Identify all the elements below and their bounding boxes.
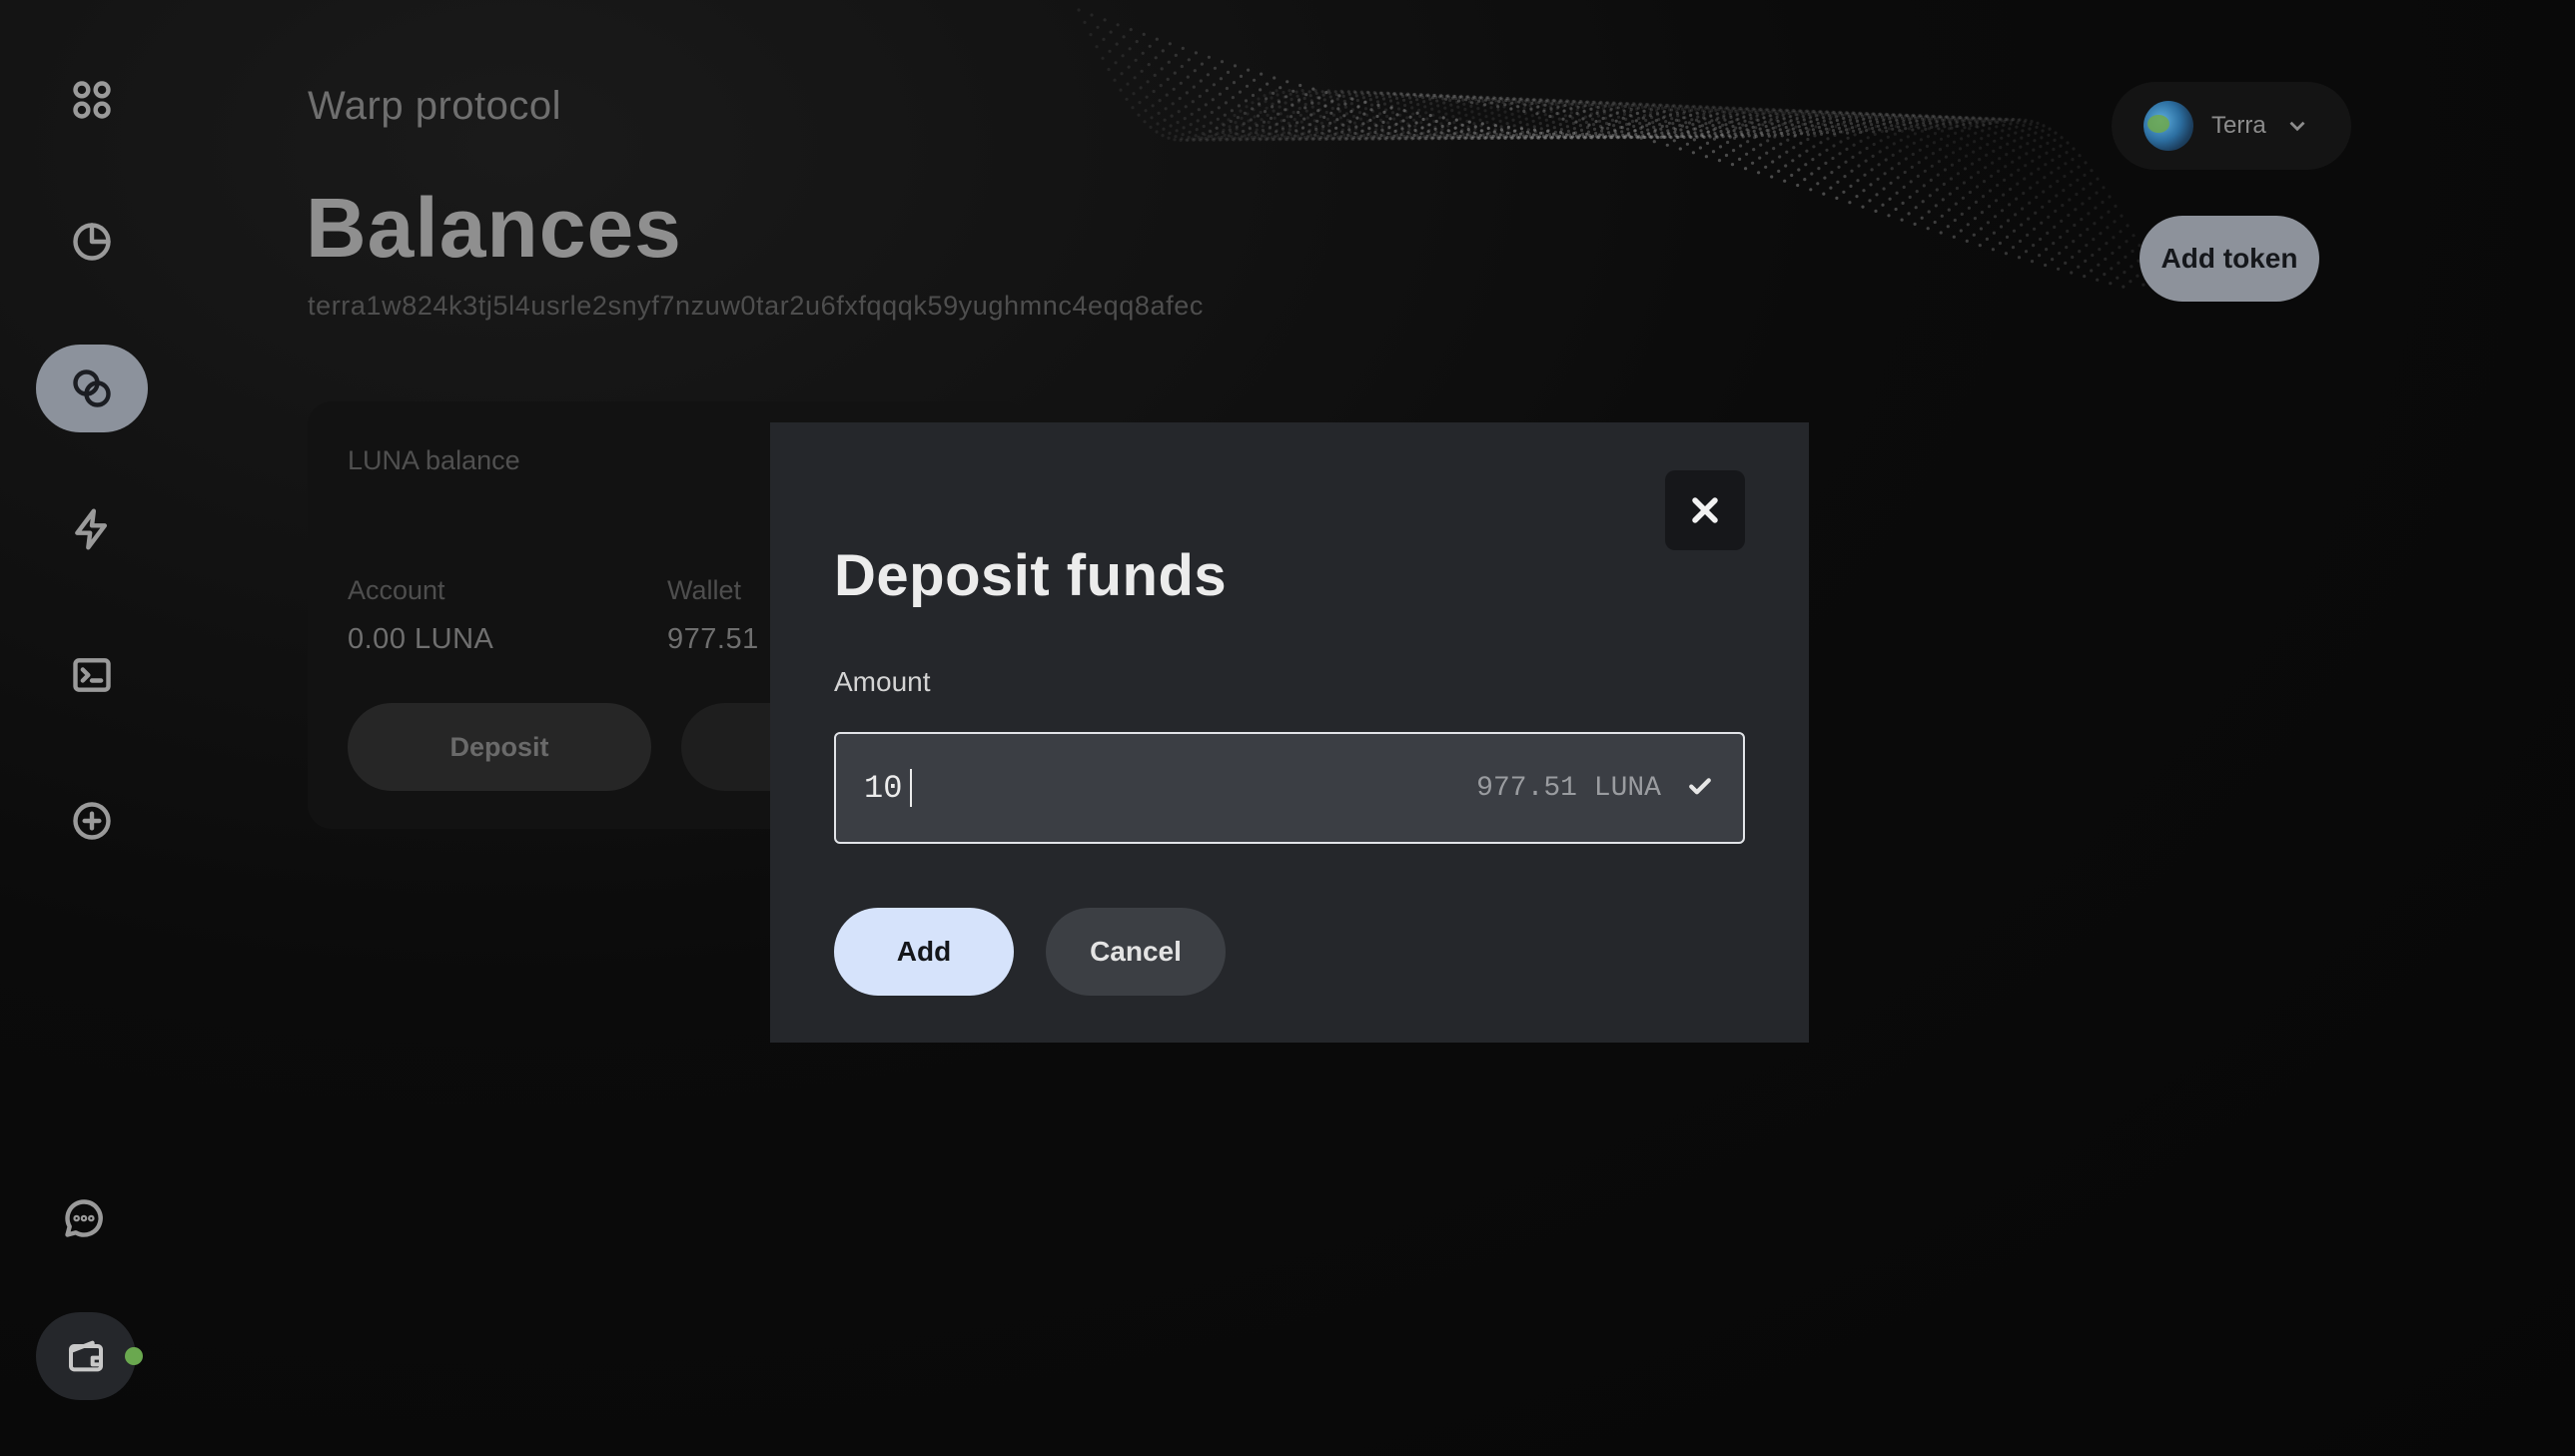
text-caret bbox=[910, 769, 912, 807]
wallet-icon bbox=[69, 1340, 103, 1372]
card-title: LUNA balance bbox=[348, 445, 520, 475]
sidebar-item-chat[interactable] bbox=[28, 1174, 140, 1262]
balances-coins-icon bbox=[73, 369, 111, 407]
pie-chart-icon bbox=[73, 223, 111, 261]
app-root: Warp protocol Balances terra1w824k3tj5l4… bbox=[0, 0, 2575, 1456]
dashboard-grid-icon bbox=[73, 81, 111, 119]
account-value: 0.00 LUNA bbox=[348, 623, 494, 655]
page-title: Balances bbox=[306, 181, 682, 275]
wallet-address: terra1w824k3tj5l4usrle2snyf7nzuw0tar2u6f… bbox=[308, 291, 1204, 321]
sidebar-item-analytics[interactable] bbox=[36, 198, 148, 286]
sidebar bbox=[0, 0, 190, 1456]
network-label: Terra bbox=[2211, 112, 2266, 139]
add-button[interactable]: Add bbox=[834, 908, 1014, 996]
deposit-funds-dialog: Deposit funds Amount 977.51 LUNA Add Can… bbox=[770, 422, 1809, 1043]
sidebar-item-jobs[interactable] bbox=[36, 485, 148, 573]
dialog-title: Deposit funds bbox=[834, 543, 1228, 608]
add-circle-icon bbox=[73, 802, 111, 840]
wallet-value: 977.51 bbox=[667, 623, 759, 655]
amount-input[interactable] bbox=[864, 769, 912, 807]
close-button[interactable] bbox=[1665, 470, 1745, 550]
terminal-icon bbox=[73, 658, 111, 692]
chat-icon bbox=[65, 1199, 103, 1237]
decorative-wave bbox=[1077, 8, 2165, 290]
cancel-button[interactable]: Cancel bbox=[1046, 908, 1226, 996]
deposit-button[interactable]: Deposit bbox=[348, 703, 651, 791]
terra-network-icon bbox=[2144, 101, 2193, 151]
close-icon bbox=[1692, 497, 1718, 523]
chevron-down-icon bbox=[2289, 121, 2305, 132]
sidebar-item-console[interactable] bbox=[36, 631, 148, 719]
check-icon bbox=[1685, 771, 1715, 806]
wallet-button[interactable] bbox=[36, 1312, 136, 1400]
account-label: Account bbox=[348, 575, 445, 605]
lightning-icon bbox=[75, 508, 108, 550]
sidebar-item-balances[interactable] bbox=[36, 345, 148, 432]
network-selector[interactable]: Terra bbox=[2112, 82, 2351, 170]
amount-field[interactable]: 977.51 LUNA bbox=[834, 732, 1745, 844]
wallet-status-dot bbox=[125, 1347, 143, 1365]
brand-title: Warp protocol bbox=[308, 84, 561, 128]
add-token-button[interactable]: Add token bbox=[2140, 216, 2319, 302]
amount-label: Amount bbox=[834, 666, 931, 697]
available-balance-hint: 977.51 LUNA bbox=[1476, 772, 1661, 804]
sidebar-item-create[interactable] bbox=[36, 777, 148, 865]
wallet-label: Wallet bbox=[667, 575, 742, 605]
sidebar-item-dashboard[interactable] bbox=[36, 56, 148, 144]
